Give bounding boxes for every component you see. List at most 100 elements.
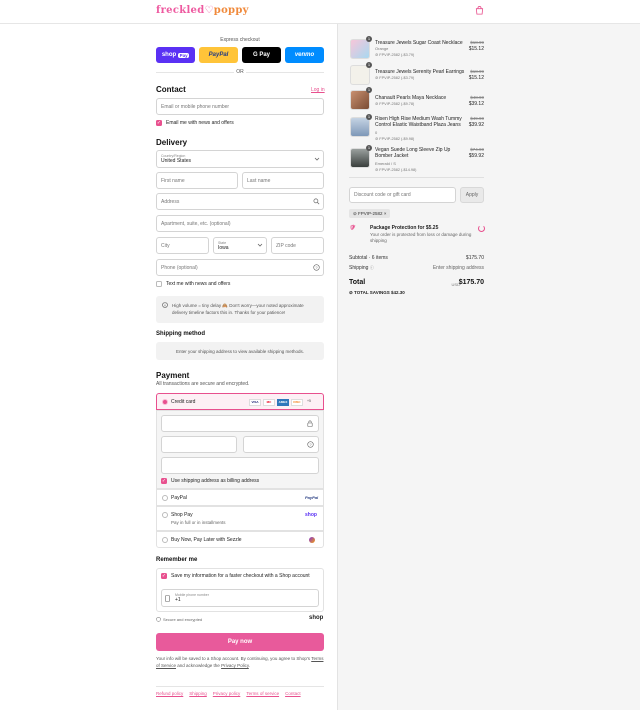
- help-icon[interactable]: ?: [313, 264, 320, 271]
- shop-logo: shop: [309, 615, 324, 621]
- total-savings: ⊘ TOTAL SAVINGS $42.30: [349, 290, 405, 295]
- card-number-field[interactable]: [161, 415, 319, 432]
- shopping-bag-icon[interactable]: [475, 6, 484, 15]
- product-discount: ⊘ FPVIP-2582 (-$3.79): [375, 53, 415, 57]
- shop-logo: shop: [305, 512, 317, 518]
- help-icon[interactable]: ⓘ: [370, 265, 374, 270]
- credit-card-label: Credit card: [171, 399, 196, 405]
- header: freckled♡poppy: [0, 0, 640, 24]
- paypal-radio[interactable]: [162, 495, 168, 501]
- product-image: [350, 39, 370, 59]
- country-value: United States: [161, 158, 192, 164]
- product-original-price: $74.90: [470, 147, 484, 152]
- legal-text: Your info will be saved to a Shop accoun…: [156, 656, 324, 668]
- express-checkout-label: Express checkout: [220, 37, 260, 43]
- login-link[interactable]: Log in: [311, 87, 325, 93]
- brand-logo[interactable]: freckled♡poppy: [156, 5, 249, 16]
- discount-code-field[interactable]: Discount code or gift card: [349, 187, 456, 203]
- shipping-method-placeholder: Enter your shipping address to view avai…: [156, 342, 324, 360]
- help-icon[interactable]: ?: [307, 441, 314, 448]
- legal-text-part1: Your info will be saved to a Shop accoun…: [156, 656, 311, 661]
- text-news-label: Text me with news and offers: [166, 281, 231, 287]
- lock-icon: [307, 420, 313, 427]
- sezzle-radio[interactable]: [162, 537, 168, 543]
- product-image: [350, 90, 370, 110]
- quantity-badge: 1: [366, 114, 372, 120]
- credit-card-radio[interactable]: [162, 399, 168, 405]
- remove-discount-icon[interactable]: ×: [384, 211, 387, 216]
- shop-pay-button[interactable]: shop Pay: [156, 47, 195, 63]
- product-image: [350, 148, 370, 168]
- product-price: $39.12: [468, 101, 484, 107]
- chevron-down-icon: [314, 157, 320, 161]
- total-savings-label: TOTAL SAVINGS: [354, 290, 390, 295]
- svg-text:?: ?: [309, 442, 312, 447]
- apply-discount-button[interactable]: Apply: [460, 187, 484, 203]
- email-news-checkbox[interactable]: ✓: [156, 120, 162, 126]
- product-discount-text: FPVIP-2582 (-$14.98): [379, 168, 417, 172]
- footer-terms-link[interactable]: Terms of service: [246, 691, 279, 696]
- zip-field[interactable]: ZIP code: [271, 237, 324, 254]
- product-original-price: $18.99: [470, 69, 484, 74]
- info-icon: [162, 302, 168, 308]
- pay-now-button[interactable]: Pay now: [156, 633, 324, 651]
- venmo-button[interactable]: venmo: [285, 47, 324, 63]
- last-name-field[interactable]: Last name: [242, 172, 324, 189]
- or-divider-text: OR: [234, 69, 246, 75]
- product-discount-text: FPVIP-2582 (-$9.98): [379, 137, 415, 141]
- shop-pay-radio[interactable]: [162, 512, 168, 518]
- first-name-field[interactable]: First name: [156, 172, 238, 189]
- footer-refund-link[interactable]: Refund policy: [156, 691, 183, 696]
- country-select[interactable]: Country/Region United States: [156, 150, 324, 168]
- apartment-field[interactable]: Apartment, suite, etc. (optional): [156, 215, 324, 232]
- footer-links: Refund policy Shipping Privacy policy Terms…: [156, 691, 307, 696]
- save-info-checkbox[interactable]: ✓: [161, 573, 167, 579]
- divider: [156, 686, 324, 687]
- google-pay-button[interactable]: G Pay: [242, 47, 281, 63]
- search-icon: [313, 198, 320, 205]
- product-price: $39.92: [468, 122, 484, 128]
- product-discount: ⊘ FPVIP-2582 (-$9.98): [375, 137, 415, 141]
- shield-icon: [156, 617, 161, 622]
- product-original-price: $49.90: [470, 116, 484, 121]
- subtotal-value: $175.70: [465, 255, 484, 261]
- paypal-button[interactable]: PayPal: [199, 47, 238, 63]
- svg-text:?: ?: [315, 265, 318, 270]
- footer-contact-link[interactable]: Contact: [285, 691, 301, 696]
- sezzle-option[interactable]: Buy Now, Pay Later with Sezzle: [156, 531, 324, 548]
- total-value: $175.70: [458, 279, 484, 286]
- paypal-option[interactable]: PayPal PayPal: [156, 489, 324, 506]
- shipping-label: Shipping ⓘ: [349, 265, 374, 271]
- shop-pay-option[interactable]: Shop Pay Pay in full or in installments …: [156, 506, 324, 531]
- product-price: $15.12: [468, 75, 484, 81]
- footer-privacy-link[interactable]: Privacy policy: [213, 691, 241, 696]
- delivery-title: Delivery: [156, 138, 188, 147]
- phone-field[interactable]: Phone (optional): [156, 259, 324, 276]
- email-field[interactable]: Email or mobile phone number: [156, 98, 324, 115]
- product-variant: 0: [375, 130, 378, 135]
- save-info-label: Save my information for a faster checkou…: [171, 573, 310, 579]
- brand-part2: poppy: [213, 5, 249, 16]
- divider: [349, 177, 484, 178]
- product-discount: ⊘ FPVIP-2582 (-$14.98): [375, 168, 417, 172]
- state-value: Iowa: [218, 244, 229, 251]
- text-news-checkbox[interactable]: [156, 281, 162, 287]
- package-protection-toggle[interactable]: [478, 225, 485, 232]
- expiration-date-field[interactable]: [161, 436, 237, 453]
- package-protection-title: Package Protection for $5.25: [370, 225, 439, 231]
- name-on-card-field[interactable]: [161, 457, 319, 474]
- privacy-link[interactable]: Privacy Policy: [221, 663, 249, 668]
- product-original-price: $18.99: [470, 40, 484, 45]
- quantity-badge: 1: [366, 62, 372, 68]
- footer-shipping-link[interactable]: Shipping: [189, 691, 207, 696]
- billing-same-checkbox[interactable]: ✓: [161, 478, 167, 484]
- paypal-logo: PayPal: [305, 495, 319, 500]
- product-price: $59.92: [468, 153, 484, 159]
- brand-heart: ♡: [204, 5, 214, 16]
- mobile-phone-value: +1: [175, 597, 181, 603]
- mobile-phone-field[interactable]: Mobile phone number +1: [161, 589, 319, 607]
- address-field[interactable]: Address: [156, 193, 324, 210]
- city-field[interactable]: City: [156, 237, 209, 254]
- more-cards-badge: +5: [307, 399, 311, 403]
- credit-card-option[interactable]: Credit card VISA MC AMEX DISC +5: [156, 393, 324, 410]
